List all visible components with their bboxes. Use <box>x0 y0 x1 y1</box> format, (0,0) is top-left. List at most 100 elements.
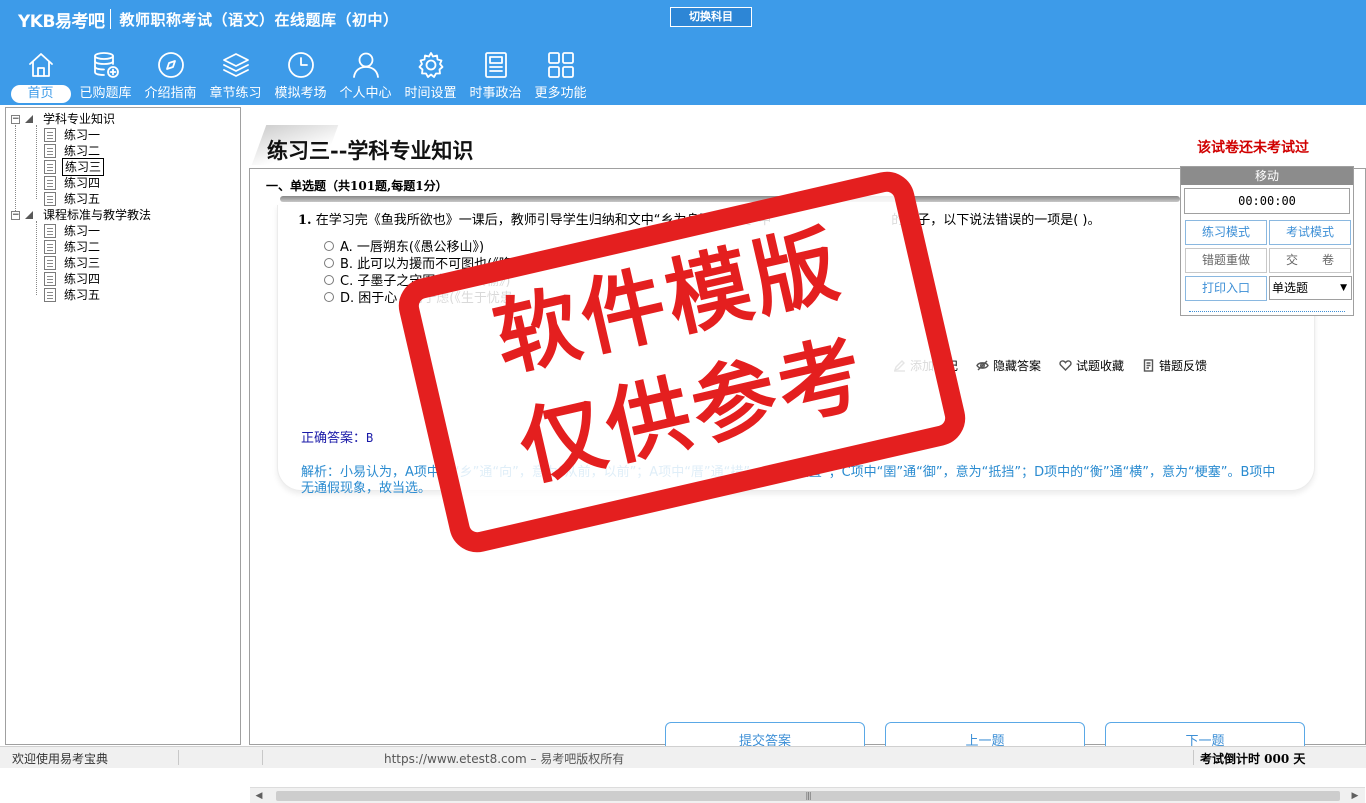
report-icon <box>1143 359 1154 372</box>
tree-item[interactable]: 练习一 <box>44 223 102 239</box>
toolbar-label: 首页 <box>10 85 71 103</box>
question-stem-text: 在学习完《鱼我所欲也》一课后，教师引导学生归纳和文中“乡为身死而不受”中 <box>315 213 772 228</box>
scroll-left-icon[interactable]: ◀ <box>253 790 265 802</box>
toolbar-guide[interactable]: 介绍指南 <box>138 48 203 104</box>
tree-item-label: 练习四 <box>64 176 101 190</box>
collapse-icon[interactable]: − <box>11 210 20 220</box>
add-note-label: 添加笔记 <box>910 359 959 373</box>
tree-group-subject-knowledge[interactable]: − 学科专业知识 <box>11 111 117 127</box>
heart-icon <box>1059 360 1072 371</box>
practice-mode-button[interactable]: 练习模式 <box>1185 220 1267 245</box>
favorite-question-button[interactable]: 试题收藏 <box>1059 357 1124 374</box>
correct-answer: 正确答案：B <box>301 427 373 446</box>
hide-answer-label: 隐藏答案 <box>993 359 1042 373</box>
app-header: YKB易考吧 教师职称考试（语文）在线题库（初中） 切换科目 首页 已购题库 介… <box>0 0 1366 105</box>
radio-button[interactable] <box>324 257 334 268</box>
document-icon <box>44 272 56 286</box>
radio-button[interactable] <box>324 274 334 285</box>
tree-item[interactable]: 练习二 <box>44 239 102 255</box>
tree-guide-line <box>36 125 37 199</box>
toolbar-mock-exam[interactable]: 模拟考场 <box>268 48 333 104</box>
grid-icon <box>544 48 578 82</box>
document-edit-icon <box>44 160 56 174</box>
eye-off-icon <box>976 360 989 371</box>
user-icon <box>349 48 383 82</box>
toolbar-label: 模拟考场 <box>274 86 327 101</box>
tree-item-label: 练习一 <box>64 128 101 142</box>
question-stem-tail: 的句子，以下说法错误的一项是( )。 <box>891 213 1101 228</box>
tree-item[interactable]: 练习三 <box>44 255 102 271</box>
toolbar-purchased[interactable]: 已购题库 <box>73 48 138 104</box>
tree-item[interactable]: 练习二 <box>44 143 102 159</box>
favorite-question-label: 试题收藏 <box>1076 359 1125 373</box>
tree-group-label: 学科专业知识 <box>43 112 116 126</box>
tree-item[interactable]: 练习四 <box>44 175 102 191</box>
redo-wrong-button[interactable]: 错题重做 <box>1185 248 1267 273</box>
document-icon <box>44 176 56 190</box>
toolbar-more[interactable]: 更多功能 <box>528 48 593 104</box>
tree-item[interactable]: 练习四 <box>44 271 102 287</box>
tree-item-label: 练习五 <box>64 192 101 206</box>
hide-answer-button[interactable]: 隐藏答案 <box>976 357 1041 374</box>
section-heading: 一、单选题（共101题,每题1分） <box>266 179 448 193</box>
paper-title-area: 练习三--学科专业知识 该试卷还未考试过 <box>249 107 1366 165</box>
pencil-icon <box>893 360 905 372</box>
toolbar-label: 介绍指南 <box>144 86 197 101</box>
radio-button[interactable] <box>324 291 334 302</box>
document-icon <box>44 240 56 254</box>
tree-guide-line <box>15 125 16 215</box>
panel-resize-line <box>1189 311 1345 313</box>
caret-down-icon: ▼ <box>1340 283 1347 293</box>
question-type-select[interactable]: 单选题 ▼ <box>1269 276 1352 300</box>
tree-item[interactable]: 练习五 <box>44 191 102 207</box>
toolbar-label: 时事政治 <box>469 86 522 101</box>
layers-icon <box>219 48 253 82</box>
question-type-value: 单选题 <box>1272 281 1309 295</box>
tree-item[interactable]: 练习一 <box>44 127 102 143</box>
hand-in-button[interactable]: 交 卷 <box>1269 248 1351 273</box>
tree-group-label: 课程标准与教学教法 <box>43 208 152 222</box>
app-title: 教师职称考试（语文）在线题库（初中） <box>119 10 399 29</box>
tree-guide-line <box>36 221 37 295</box>
exam-mode-button[interactable]: 考试模式 <box>1269 220 1351 245</box>
document-icon <box>44 144 56 158</box>
exam-control-panel: 移动 00:00:00 练习模式 考试模式 错题重做 交 卷 打印入口 单选题 … <box>1180 166 1354 316</box>
tree-branch-icon <box>25 115 33 123</box>
toolbar-chapter-practice[interactable]: 章节练习 <box>203 48 268 104</box>
status-separator <box>178 750 179 765</box>
tree-group-curriculum[interactable]: − 课程标准与教学教法 <box>11 207 153 223</box>
toolbar-personal-center[interactable]: 个人中心 <box>333 48 398 104</box>
panel-move-handle[interactable]: 移动 <box>1181 167 1353 185</box>
option-d[interactable]: D. 困于心，衡于虑(《生于忧患 <box>324 287 513 306</box>
collapse-icon[interactable]: − <box>11 114 20 124</box>
horizontal-scrollbar[interactable]: ◀ ||| ▶ <box>250 787 1365 803</box>
exam-countdown: 考试倒计时 000 天 <box>1200 752 1306 766</box>
switch-subject-button[interactable]: 切换科目 <box>670 7 752 27</box>
exercise-tree: − 学科专业知识 练习一 练习二 练习三 练习四 练习五 − 课程标准与教学教法… <box>5 107 241 745</box>
exam-timer: 00:00:00 <box>1184 188 1350 214</box>
option-text: D. 困于心，衡于虑(《生于忧患 <box>340 291 513 306</box>
clock-icon <box>284 48 318 82</box>
status-bar: 欢迎使用易考宝典 https://www.etest8.com – 易考吧版权所… <box>0 746 1366 768</box>
database-icon <box>89 48 123 82</box>
scroll-thumb[interactable]: ||| <box>276 791 1340 801</box>
add-note-button[interactable]: 添加笔记 <box>893 357 958 374</box>
newspaper-icon <box>479 48 513 82</box>
toolbar-label: 更多功能 <box>534 86 587 101</box>
toolbar-time-settings[interactable]: 时间设置 <box>398 48 463 104</box>
answer-analysis: 解析：小易认为，A项中的“乡”通“向”，意为“从前，以前”；A项中“厝”通“措”… <box>301 465 1276 496</box>
error-report-button[interactable]: 错题反馈 <box>1142 357 1207 374</box>
status-separator <box>1193 750 1194 765</box>
tree-item-selected[interactable]: 练习三 <box>44 158 105 176</box>
question-card: 1. 在学习完《鱼我所欲也》一课后，教师引导学生归纳和文中“乡为身死而不受”中 的… <box>277 205 1315 496</box>
toolbar-current-affairs[interactable]: 时事政治 <box>463 48 528 104</box>
scroll-right-icon[interactable]: ▶ <box>1349 790 1361 802</box>
toolbar-home[interactable]: 首页 <box>8 48 73 104</box>
tree-item-label: 练习三 <box>64 256 101 270</box>
document-icon <box>44 128 56 142</box>
tree-item[interactable]: 练习五 <box>44 287 102 303</box>
print-entry-button[interactable]: 打印入口 <box>1185 276 1267 301</box>
section-divider <box>280 196 1180 202</box>
tree-item-label: 练习四 <box>64 272 101 286</box>
radio-button[interactable] <box>324 240 334 251</box>
